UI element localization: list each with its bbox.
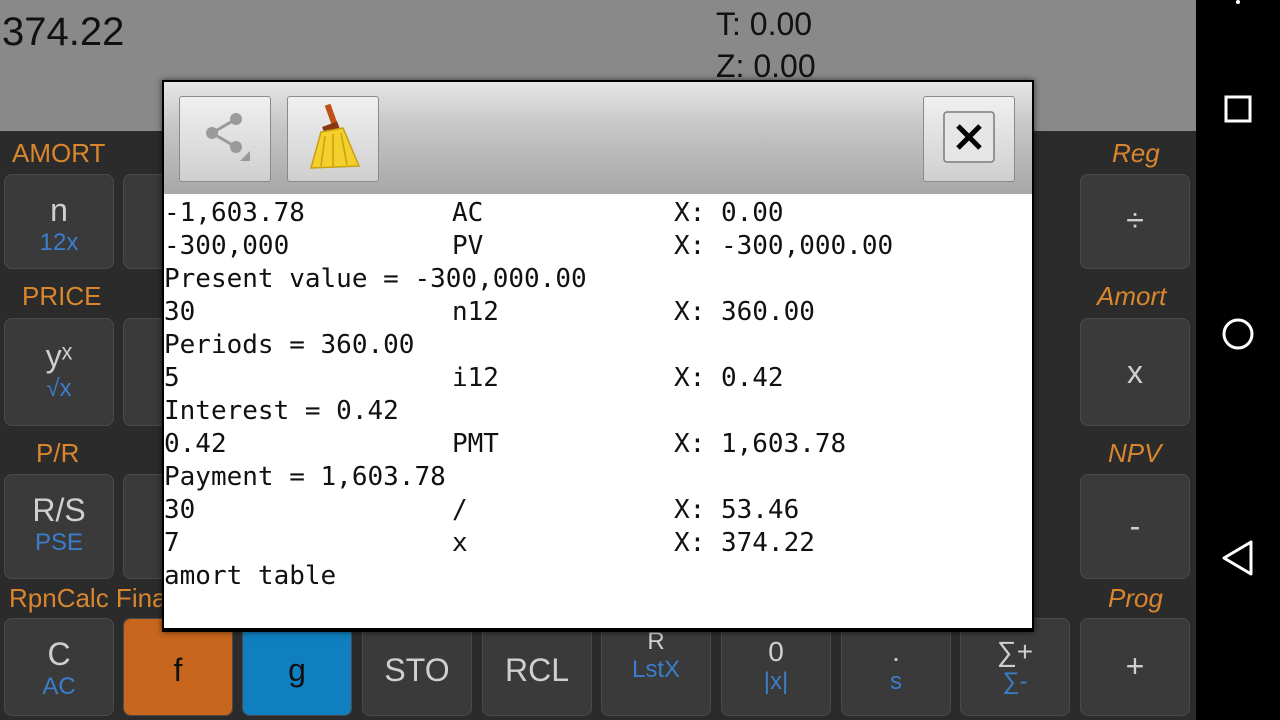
key-c-sub: AC: [42, 673, 76, 700]
key-rv[interactable]: R LstX: [601, 618, 711, 716]
key-rcl[interactable]: RCL: [482, 618, 592, 716]
key-dot-sub: s: [890, 668, 902, 695]
key-plus[interactable]: +: [1080, 618, 1190, 716]
key-n-sub: 12x: [39, 229, 79, 256]
key-g-label: g: [288, 652, 306, 688]
key-g[interactable]: g: [242, 618, 352, 716]
key-rs-label: R/S: [32, 492, 86, 528]
back-icon: [1220, 539, 1256, 582]
home-button[interactable]: [1216, 314, 1260, 358]
key-c[interactable]: C AC: [4, 618, 114, 716]
close-icon: [943, 110, 995, 168]
log-cell-col1: Interest = 0.42: [164, 396, 399, 426]
key-zero-sub: |x|: [763, 668, 789, 695]
log-cell-col2: PV: [452, 231, 484, 261]
log-cell-col1: -1,603.78: [164, 198, 305, 228]
label-pr: P/R: [36, 438, 80, 468]
log-cell-col1: Payment = 1,603.78: [164, 462, 446, 492]
key-dot[interactable]: . s: [841, 618, 951, 716]
log-cell-col1: 0.42: [164, 429, 227, 459]
key-multiply[interactable]: x: [1080, 318, 1190, 426]
log-cell-col1: 30: [164, 297, 196, 327]
recents-icon: [1223, 94, 1253, 129]
label-amort-g: Amort: [1097, 281, 1167, 311]
key-sigma-sub: ∑-: [1002, 668, 1028, 695]
log-cell-col3: X: -300,000.00: [674, 231, 894, 261]
log-cell-col3: X: 0.00: [674, 198, 784, 228]
key-minus[interactable]: -: [1080, 474, 1190, 579]
log-cell-col1: Periods = 360.00: [164, 330, 415, 360]
key-rs-sub: PSE: [34, 529, 84, 556]
home-icon: [1221, 317, 1255, 356]
log-cell-col2: PMT: [452, 429, 499, 459]
key-rv-label: R: [647, 628, 665, 655]
key-zero[interactable]: 0 |x|: [721, 618, 831, 716]
log-cell-col1: 7: [164, 528, 180, 558]
key-plus-label: +: [1125, 648, 1145, 684]
log-cell-col3: X: 1,603.78: [674, 429, 847, 459]
key-yx-sub: √x: [46, 375, 72, 402]
key-sigma-label: ∑+: [996, 636, 1034, 667]
label-reg: Reg: [1112, 138, 1160, 168]
log-cell-col1: -300,000: [164, 231, 290, 261]
key-multiply-label: x: [1127, 354, 1143, 390]
label-npv: NPV: [1108, 438, 1162, 468]
log-dialog: -1,603.78 AC X: 0.00 -300,000 PV X: -300,000.…: [162, 80, 1034, 632]
close-button[interactable]: [923, 96, 1015, 182]
log-cell-col3: X: 53.46: [674, 495, 800, 525]
key-n[interactable]: n 12x: [4, 174, 114, 269]
log-cell-col3: X: 0.42: [674, 363, 784, 393]
log-cell-col2: x: [452, 528, 468, 558]
calculator-app: 374.22 T: 0.00 Z: 0.00 AMORT Reg PRICE A…: [0, 0, 1196, 720]
share-icon: [200, 109, 250, 170]
label-prog: Prog: [1108, 583, 1163, 613]
key-yx[interactable]: yˣ √x: [4, 318, 114, 426]
back-button[interactable]: [1216, 538, 1260, 582]
x-register: 374.22: [2, 10, 125, 54]
system-navbar: [1196, 0, 1280, 720]
calculation-log[interactable]: -1,603.78 AC X: 0.00 -300,000 PV X: -300,000.…: [164, 194, 1032, 628]
t-register: T: 0.00: [716, 6, 813, 42]
log-cell-col2: /: [452, 495, 468, 525]
log-cell-col2: AC: [452, 198, 484, 228]
key-divide[interactable]: ÷: [1080, 174, 1190, 269]
key-divide-label: ÷: [1126, 202, 1144, 238]
log-cell-col1: Present value = -300,000.00: [164, 264, 587, 294]
dialog-toolbar: [164, 82, 1032, 194]
label-amort: AMORT: [12, 138, 106, 168]
log-cell-col1: 30: [164, 495, 196, 525]
key-zero-label: 0: [768, 636, 784, 667]
log-cell-col2: n12: [452, 297, 499, 327]
share-button[interactable]: [179, 96, 271, 182]
key-rv-sub: LstX: [631, 656, 681, 683]
status-dot: [1236, 0, 1240, 4]
recents-button[interactable]: [1216, 89, 1260, 133]
key-sto-label: STO: [384, 652, 450, 688]
broom-icon: [303, 102, 363, 177]
key-n-label: n: [50, 192, 68, 228]
key-yx-label: yˣ: [45, 338, 73, 374]
key-f[interactable]: f: [123, 618, 233, 716]
clear-log-button[interactable]: [287, 96, 379, 182]
log-cell-col3: X: 360.00: [674, 297, 815, 327]
log-cell-col3: X: 374.22: [674, 528, 815, 558]
key-sto[interactable]: STO: [362, 618, 472, 716]
key-rcl-label: RCL: [504, 652, 569, 688]
key-c-label: C: [47, 636, 71, 672]
label-price: PRICE: [22, 281, 102, 311]
label-rpncalc: RpnCalc Fina: [9, 583, 167, 613]
log-cell-col1: 5: [164, 363, 180, 393]
log-cell-col2: i12: [452, 363, 499, 393]
key-f-label: f: [173, 652, 183, 688]
key-dot-label: .: [892, 636, 900, 667]
key-sigma[interactable]: ∑+ ∑-: [960, 618, 1070, 716]
log-cell-col1: amort table: [164, 561, 337, 591]
key-minus-label: -: [1129, 508, 1141, 544]
key-rs[interactable]: R/S PSE: [4, 474, 114, 579]
